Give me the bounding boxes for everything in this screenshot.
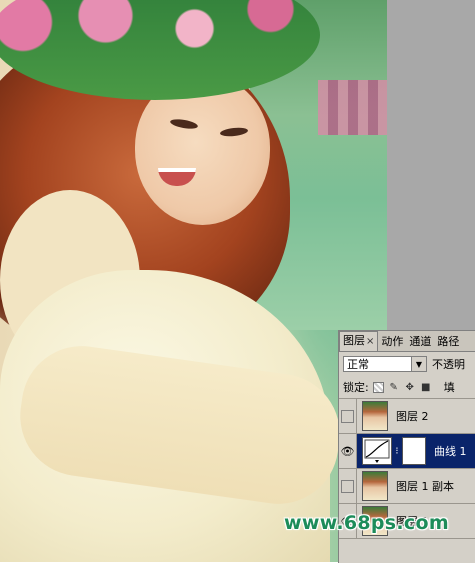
- layer-row[interactable]: 图层 1 副本: [339, 469, 475, 504]
- lock-label: 锁定:: [343, 381, 369, 394]
- lock-transparency-icon[interactable]: [372, 381, 384, 393]
- layer-row-selected[interactable]: 👁 ⁝ 曲线 1: [339, 434, 475, 469]
- layer-thumbnail: [362, 471, 388, 501]
- layer-thumbnail: [362, 401, 388, 431]
- layer-name: 图层 2: [396, 410, 429, 423]
- fill-label: 填: [443, 381, 455, 394]
- chevron-down-icon[interactable]: ▼: [411, 357, 426, 371]
- layer-mask-thumbnail[interactable]: [402, 437, 426, 465]
- photo-canvas: [0, 0, 387, 562]
- layer-row[interactable]: 图层 2: [339, 399, 475, 434]
- layer-name: 图层 1 副本: [396, 480, 454, 493]
- tab-paths[interactable]: 路径: [434, 333, 462, 351]
- watermark: www.68ps.com: [284, 512, 449, 534]
- lock-row: 锁定: ✎ ✥ ■ 填: [339, 376, 475, 399]
- opacity-label: 不透明: [432, 358, 465, 371]
- curves-adjustment-icon: [362, 437, 392, 465]
- close-icon[interactable]: ×: [366, 336, 374, 347]
- visibility-toggle[interactable]: [339, 469, 357, 503]
- layer-name: 曲线 1: [434, 445, 467, 458]
- panel-tabs: 图层× 动作 通道 路径: [339, 331, 475, 352]
- link-icon[interactable]: ⁝: [392, 446, 402, 457]
- visibility-toggle[interactable]: [339, 399, 357, 433]
- eye-icon: 👁: [340, 444, 355, 458]
- visibility-toggle[interactable]: 👁: [339, 434, 357, 468]
- workspace-background: [387, 0, 475, 330]
- lock-icon[interactable]: ■: [420, 381, 432, 393]
- move-icon[interactable]: ✥: [404, 381, 416, 393]
- tab-layers[interactable]: 图层×: [339, 331, 379, 351]
- tab-actions[interactable]: 动作: [378, 333, 406, 351]
- blend-mode-select[interactable]: 正常 ▼: [343, 356, 427, 372]
- background-pink-blur: [318, 80, 387, 135]
- blend-row: 正常 ▼ 不透明: [339, 352, 475, 376]
- tab-channels[interactable]: 通道: [406, 333, 434, 351]
- brush-icon[interactable]: ✎: [388, 381, 400, 393]
